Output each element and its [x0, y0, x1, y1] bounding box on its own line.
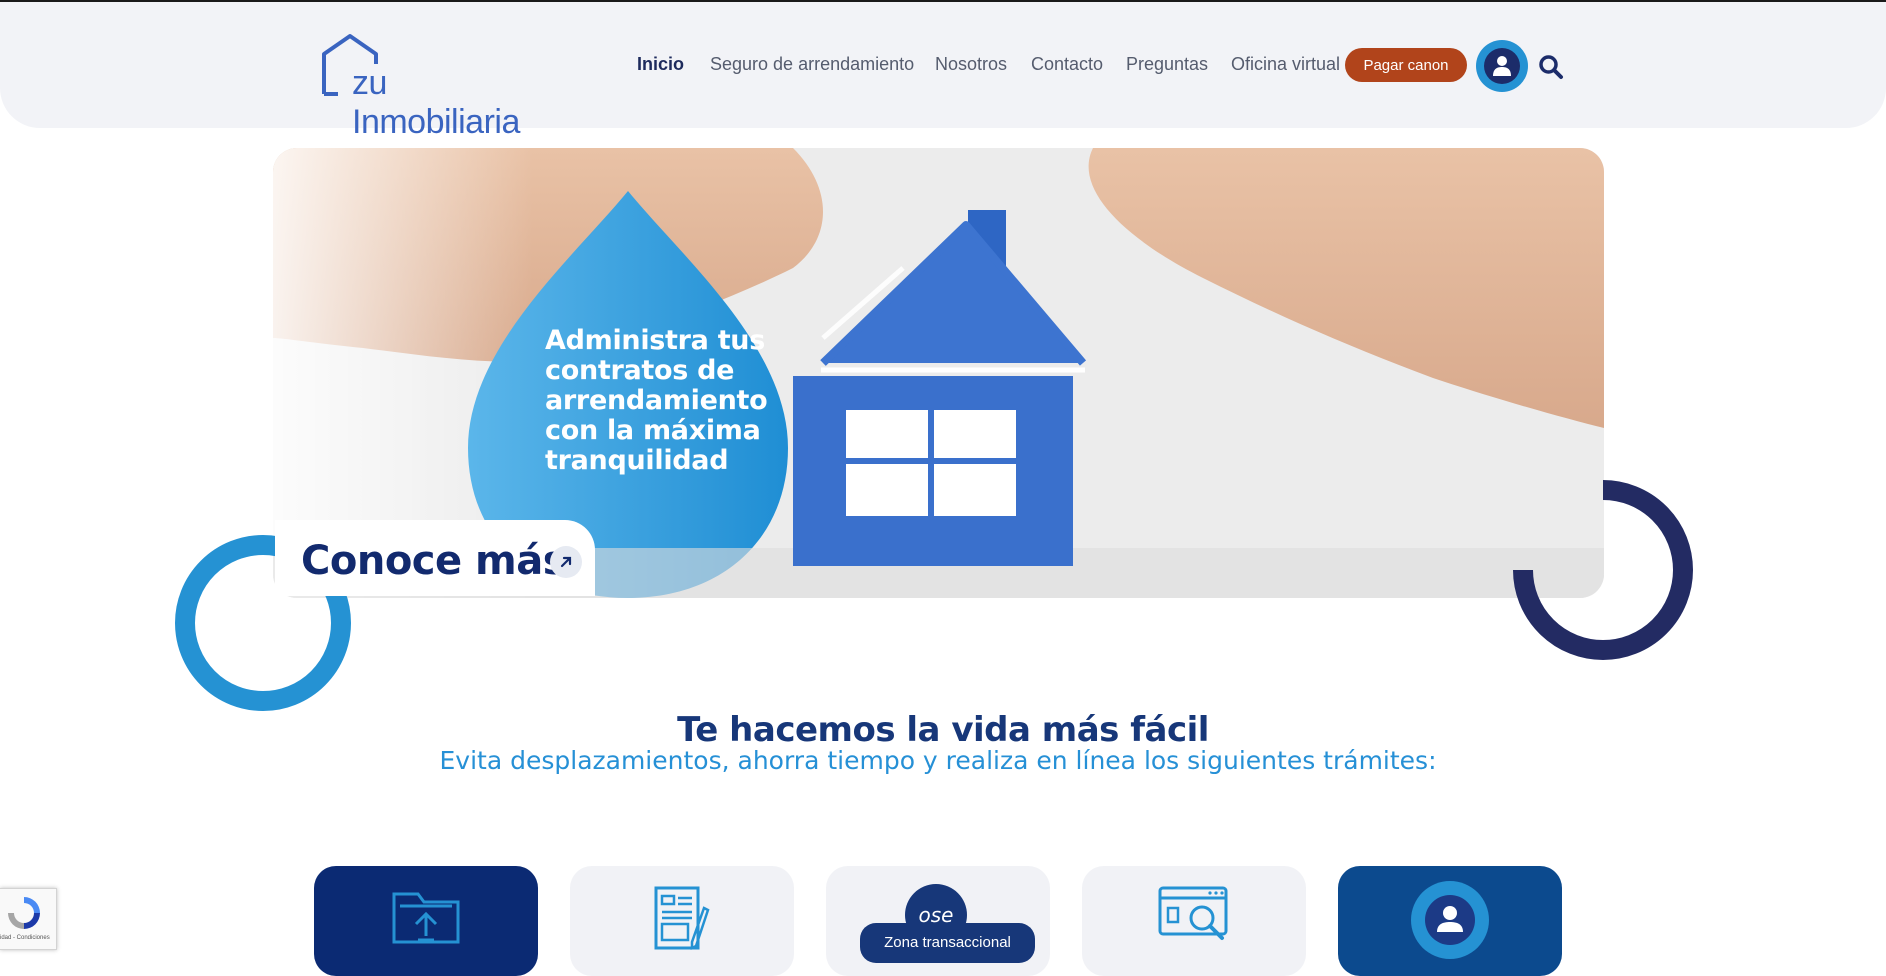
- user-account-button[interactable]: [1476, 40, 1528, 92]
- user-icon: [1493, 56, 1511, 76]
- nav-seguro-arrendamiento[interactable]: Seguro de arrendamiento: [710, 54, 914, 75]
- recaptcha-footer: idad - Condiciones: [0, 935, 50, 941]
- service-card-search[interactable]: [1082, 866, 1306, 976]
- main-nav: Inicio Seguro de arrendamiento Nosotros …: [0, 54, 1886, 84]
- recaptcha-badge[interactable]: idad - Condiciones: [0, 888, 57, 950]
- site-header: zu Inmobiliaria Inicio Seguro de arrenda…: [0, 2, 1886, 141]
- section-title: Te hacemos la vida más fácil: [677, 710, 1209, 750]
- hero-line: Administra tus: [545, 325, 766, 356]
- folder-upload-icon: [392, 892, 460, 944]
- document-edit-icon: [654, 886, 710, 951]
- hero-line: tranquilidad: [545, 445, 729, 476]
- service-card-account[interactable]: [1338, 866, 1562, 976]
- hero-line: con la máxima: [545, 415, 761, 446]
- zona-transaccional-label[interactable]: Zona transaccional: [860, 923, 1035, 963]
- nav-nosotros[interactable]: Nosotros: [935, 54, 1007, 75]
- hero-line: contratos de: [545, 355, 735, 386]
- browser-search-icon: [1158, 886, 1228, 940]
- decorative-ring-right: [1513, 480, 1693, 660]
- user-circle-icon: [1411, 881, 1489, 959]
- hero-headline: Administra tus contratos de arrendamient…: [545, 326, 805, 476]
- service-card-upload[interactable]: [314, 866, 538, 976]
- nav-contacto[interactable]: Contacto: [1031, 54, 1103, 75]
- pay-rent-button[interactable]: Pagar canon: [1345, 48, 1467, 82]
- arrow-up-right-icon: [550, 546, 582, 578]
- nav-inicio[interactable]: Inicio: [637, 54, 684, 75]
- hero-line: arrendamiento: [545, 385, 768, 416]
- service-card-document[interactable]: [570, 866, 794, 976]
- nav-oficina-virtual[interactable]: Oficina virtual: [1231, 54, 1340, 75]
- cta-label: Conoce más: [301, 538, 567, 584]
- section-subtitle: Evita desplazamientos, ahorra tiempo y r…: [439, 746, 1437, 775]
- conoce-mas-link[interactable]: Conoce más: [275, 520, 595, 596]
- recaptcha-icon: [8, 897, 40, 929]
- search-icon[interactable]: [1538, 54, 1564, 80]
- nav-preguntas[interactable]: Preguntas: [1126, 54, 1208, 75]
